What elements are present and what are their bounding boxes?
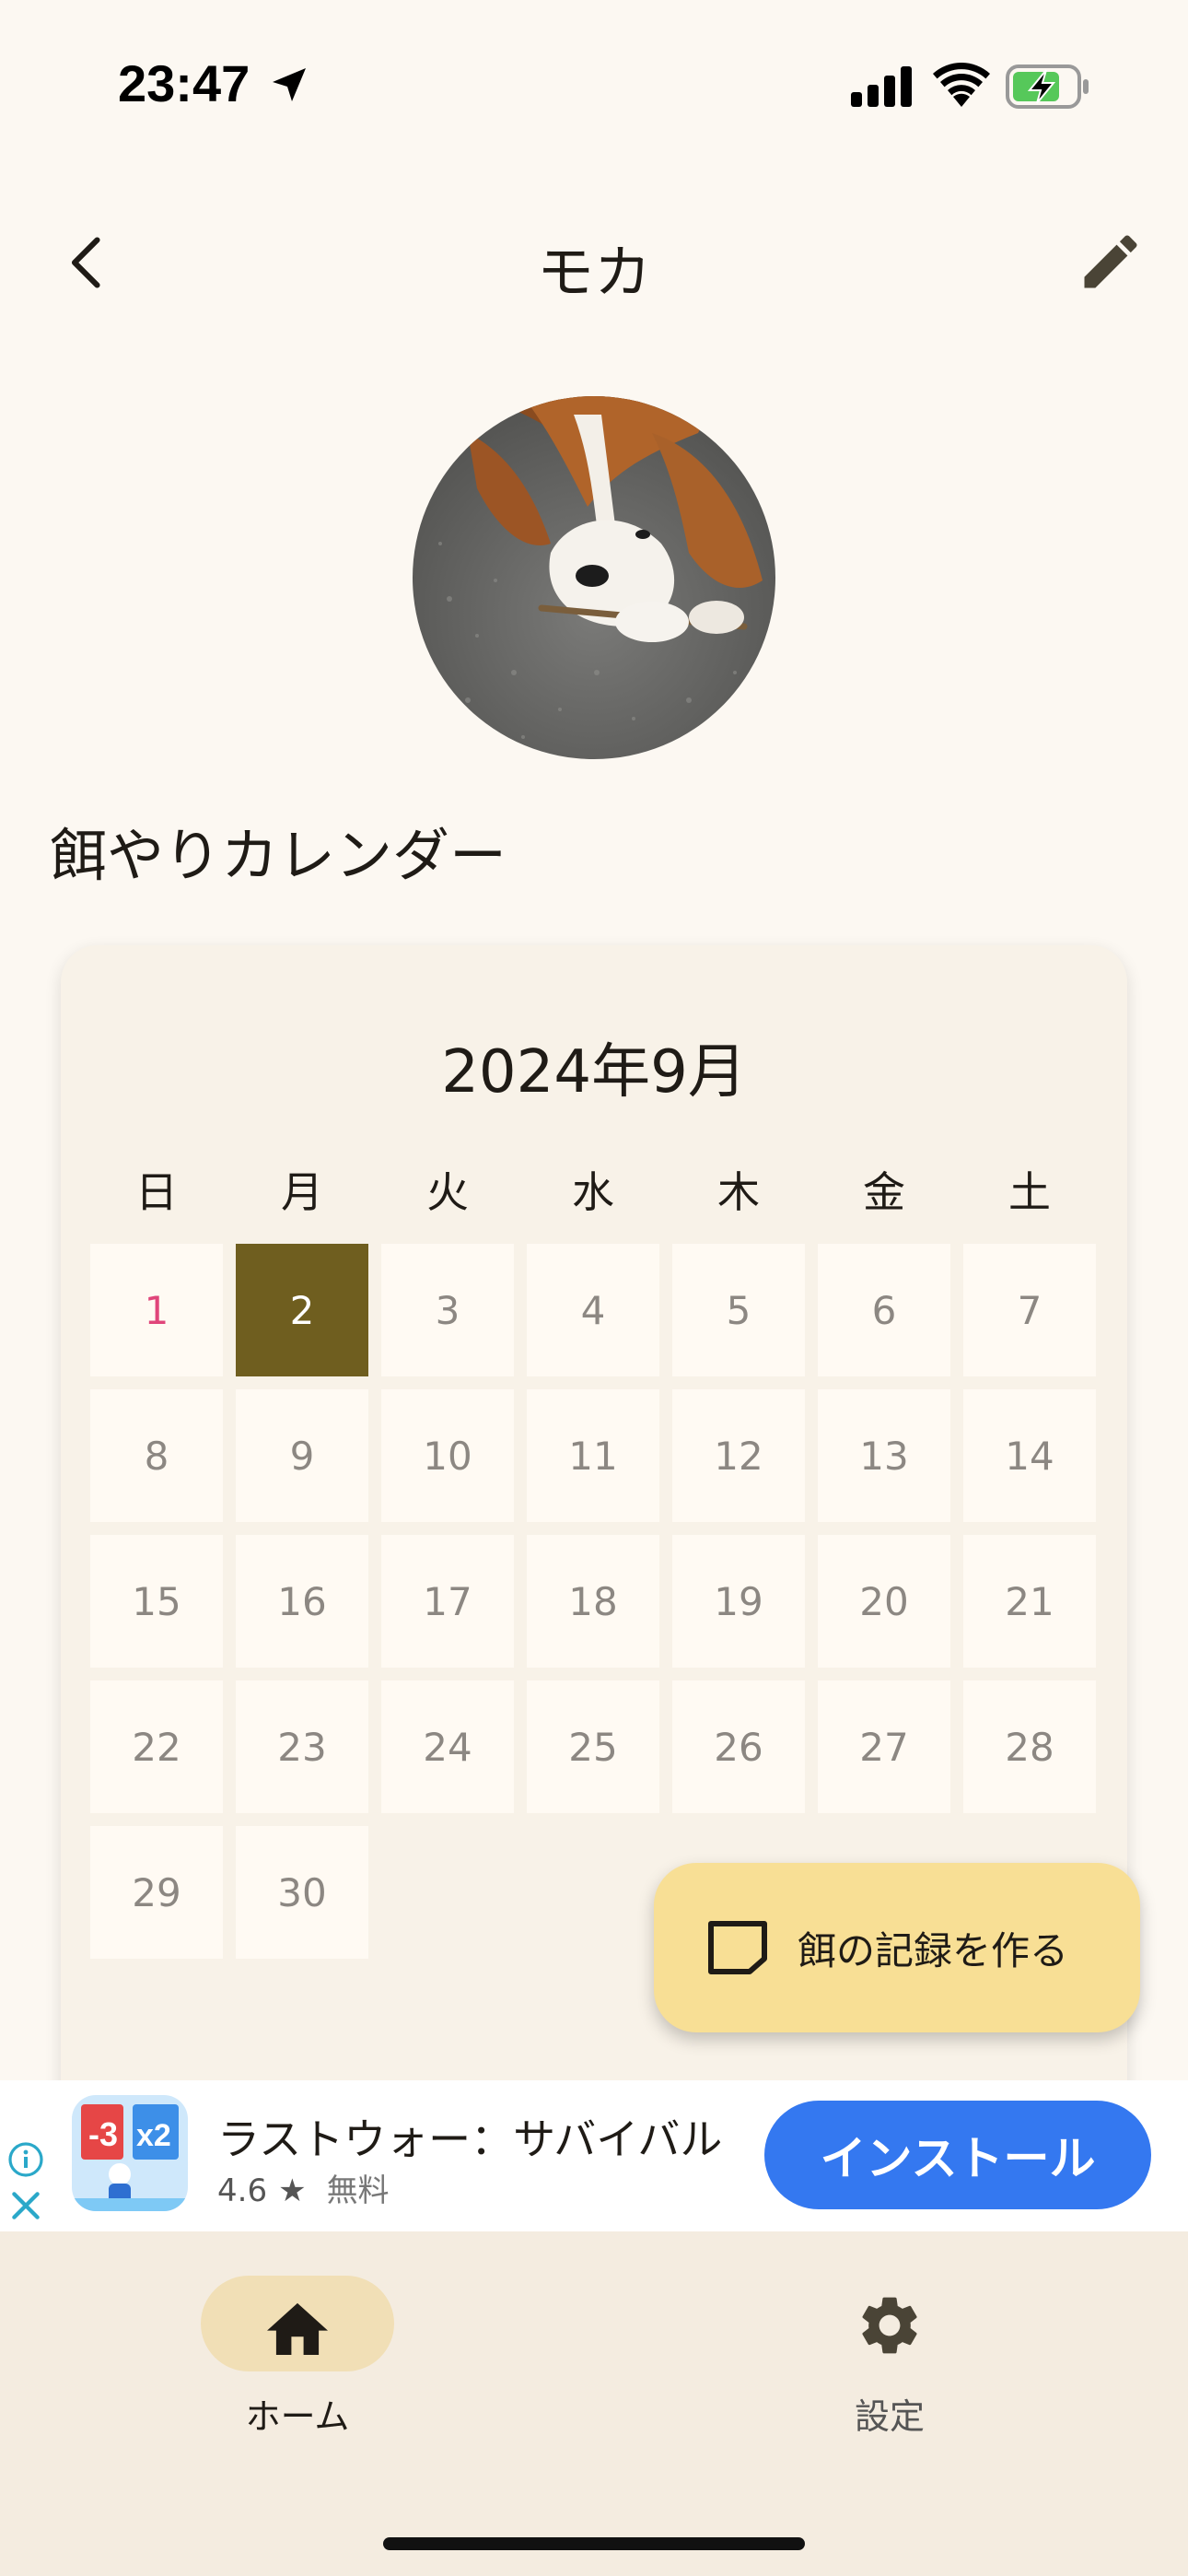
calendar-day[interactable]: 16 [236, 1535, 368, 1668]
star-icon: ★ [278, 2172, 307, 2209]
calendar-day[interactable]: 30 [236, 1826, 368, 1959]
calendar-day[interactable]: 7 [963, 1244, 1096, 1376]
calendar-day[interactable]: 19 [672, 1535, 805, 1668]
calendar-day[interactable]: 15 [90, 1535, 223, 1668]
weekday-label: 木 [717, 1167, 760, 1217]
calendar-day[interactable]: 21 [963, 1535, 1096, 1668]
calendar-day[interactable]: 9 [236, 1389, 368, 1522]
weekday-label: 土 [1008, 1167, 1051, 1217]
svg-text:-3: -3 [88, 2115, 118, 2153]
calendar-day[interactable]: 11 [527, 1389, 659, 1522]
calendar-day[interactable]: 4 [527, 1244, 659, 1376]
calendar-day[interactable]: 8 [90, 1389, 223, 1522]
calendar-day[interactable]: 1 [90, 1244, 223, 1376]
wifi-icon [933, 63, 990, 107]
ad-install-button[interactable]: インストール [764, 2101, 1151, 2209]
calendar-day[interactable]: 6 [818, 1244, 950, 1376]
create-feeding-record-button[interactable]: 餌の記録を作る [654, 1863, 1140, 2032]
calendar-day[interactable]: 20 [818, 1535, 950, 1668]
calendar-day[interactable]: 3 [381, 1244, 514, 1376]
calendar-day[interactable]: 12 [672, 1389, 805, 1522]
ad-rating: 4.6 ★ 無料 [217, 2165, 390, 2210]
page-title: モカ [536, 239, 651, 306]
calendar-day[interactable]: 5 [672, 1244, 805, 1376]
calendar-day[interactable]: 14 [963, 1389, 1096, 1522]
ad-info-icon[interactable] [7, 2141, 44, 2178]
calendar-day[interactable]: 29 [90, 1826, 223, 1959]
weekday-label: 日 [135, 1167, 178, 1217]
home-icon[interactable] [261, 2294, 334, 2355]
cellular-signal-icon [851, 66, 912, 107]
calendar-day[interactable]: 22 [90, 1680, 223, 1813]
ad-banner[interactable]: -3 x2 ラストウォー：サバイバル 4.6 ★ 無料 インストール [0, 2080, 1188, 2231]
nav-label-home[interactable]: ホーム [201, 2388, 394, 2439]
battery-charging-icon [1006, 64, 1089, 109]
calendar-day[interactable]: 24 [381, 1680, 514, 1813]
ad-title[interactable]: ラストウォー：サバイバル [217, 2106, 722, 2167]
calendar-day-selected[interactable]: 2 [236, 1244, 368, 1376]
ad-price: 無料 [326, 2172, 390, 2209]
weekday-label: 火 [426, 1167, 469, 1217]
calendar-day[interactable]: 23 [236, 1680, 368, 1813]
fab-label: 餌の記録を作る [798, 1928, 1069, 1973]
weekday-label: 月 [281, 1167, 323, 1217]
section-title: 餌やりカレンダー [50, 822, 507, 889]
calendar-day[interactable]: 28 [963, 1680, 1096, 1813]
calendar-month-label: 2024年9月 [441, 1038, 747, 1107]
calendar-day[interactable]: 27 [818, 1680, 950, 1813]
svg-text:x2: x2 [136, 2118, 171, 2153]
weekday-label: 水 [572, 1167, 614, 1217]
calendar-day[interactable]: 17 [381, 1535, 514, 1668]
gear-icon[interactable] [855, 2290, 925, 2360]
home-indicator [383, 2537, 805, 2550]
calendar-day[interactable]: 13 [818, 1389, 950, 1522]
ad-app-icon[interactable]: -3 x2 [72, 2095, 188, 2211]
note-icon [708, 1921, 767, 1974]
calendar-day[interactable]: 25 [527, 1680, 659, 1813]
bottom-nav: ホーム 設定 [0, 2231, 1188, 2576]
weekday-label: 金 [863, 1167, 905, 1217]
pet-avatar [413, 396, 775, 759]
location-arrow-icon [273, 68, 306, 101]
status-bar: 23:47 [0, 0, 1188, 175]
calendar-day[interactable]: 10 [381, 1389, 514, 1522]
ad-close-icon[interactable] [9, 2189, 42, 2222]
nav-label-settings[interactable]: 設定 [798, 2388, 982, 2439]
edit-pencil-icon[interactable] [1076, 227, 1146, 297]
calendar-day[interactable]: 18 [527, 1535, 659, 1668]
ad-rating-value: 4.6 [217, 2172, 268, 2209]
calendar-day[interactable]: 26 [672, 1680, 805, 1813]
status-time: 23:47 [118, 54, 250, 112]
